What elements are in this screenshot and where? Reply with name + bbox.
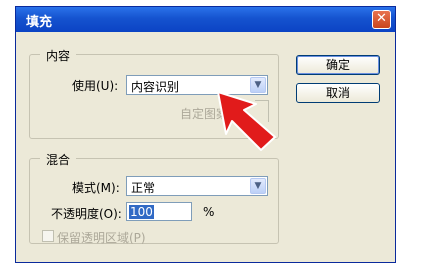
use-label: 使用(U): [72,79,119,93]
mode-label: 模式(M): [72,181,120,195]
preserve-transparency-checkbox[interactable] [42,230,54,242]
opacity-input[interactable]: 100 [126,202,192,221]
use-select-value: 内容识别 [131,80,180,94]
ok-button[interactable]: 确定 [296,55,380,75]
fill-dialog: 填充 ✕ 内容 使用(U): 内容识别 ▼ 自定图案: 混合 模式(M): 正常… [15,6,396,263]
title-bar[interactable]: 填充 ✕ [16,7,395,32]
opacity-value: 100 [129,205,154,219]
mode-select-value: 正常 [131,181,156,195]
opacity-unit: % [203,205,215,219]
preserve-transparency-label: 保留透明区域(P) [57,231,146,245]
custom-pattern-label: 自定图案: [180,107,233,121]
cancel-button[interactable]: 取消 [296,83,380,103]
mode-select[interactable]: 正常 ▼ [126,176,268,196]
use-select[interactable]: 内容识别 ▼ [126,75,268,95]
content-legend: 内容 [40,47,77,64]
blend-legend: 混合 [40,151,77,168]
close-icon: ✕ [376,11,387,26]
custom-pattern-picker [255,100,269,122]
content-group: 内容 使用(U): 内容识别 ▼ 自定图案: [29,47,279,139]
dialog-title: 填充 [26,15,53,30]
close-button[interactable]: ✕ [372,10,391,29]
opacity-label: 不透明度(O): [51,207,122,221]
blend-group: 混合 模式(M): 正常 ▼ 不透明度(O): 100 % 保留透明区域(P) [29,151,279,245]
chevron-down-icon[interactable]: ▼ [250,178,266,194]
chevron-down-icon[interactable]: ▼ [250,77,266,93]
